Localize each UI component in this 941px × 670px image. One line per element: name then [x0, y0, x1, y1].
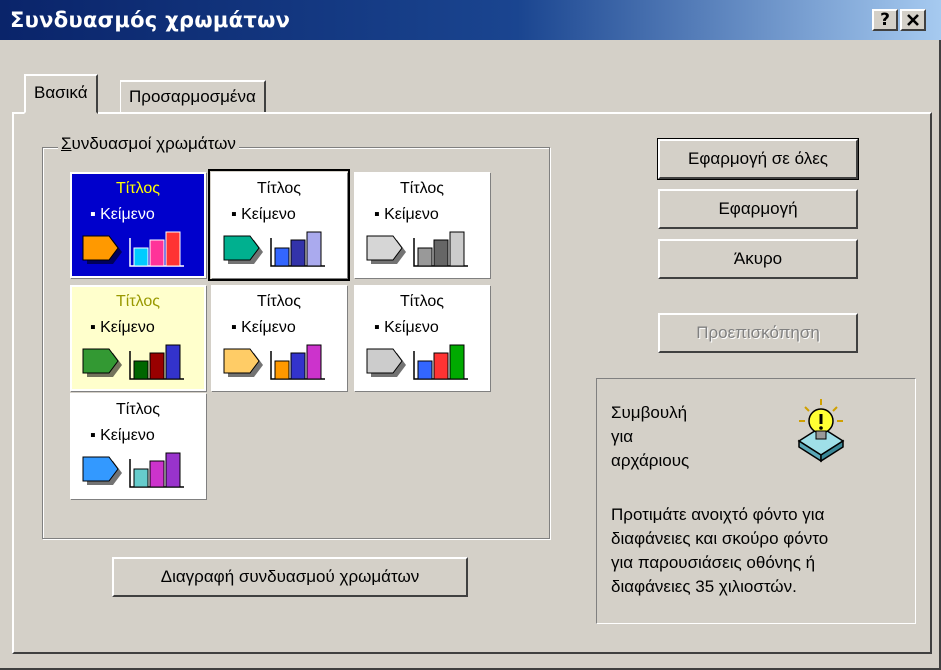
scheme-graphics: [82, 344, 184, 380]
chart-bar: [417, 247, 433, 267]
delete-scheme-button[interactable]: Διαγραφή συνδυασμού χρωμάτων: [112, 557, 468, 597]
title-bar[interactable]: Συνδυασμός χρωμάτων ?: [0, 0, 941, 40]
color-scheme-4[interactable]: Τίτλος ▪ Κείμενο: [70, 285, 206, 391]
color-schemes-group-label: Συνδυασμοί χρωμάτων: [58, 134, 239, 154]
beginner-tip-panel: Συμβουλή για αρχάριους Προτιμάτε ανοιχτό…: [596, 378, 916, 624]
preview-button[interactable]: Προεπισκόπηση: [658, 313, 858, 353]
dialog-title: Συνδυασμός χρωμάτων: [10, 8, 291, 32]
chart-bar: [133, 360, 149, 380]
tab-custom[interactable]: Προσαρμοσμένα: [120, 80, 266, 112]
chart-bar: [306, 231, 322, 267]
scheme-graphics: [82, 452, 184, 488]
tip-body-line: για παρουσιάσεις οθόνης ή: [611, 553, 816, 572]
chart-bar: [149, 239, 165, 267]
scheme-graphics: [223, 344, 325, 380]
chart-bar: [290, 239, 306, 267]
chart-bar: [165, 231, 181, 267]
tip-body-line: διαφάνειες 35 χιλιοστών.: [611, 577, 797, 596]
color-scheme-dialog: Συνδυασμός χρωμάτων ? Βασικά Προσαρμοσμέ…: [0, 0, 941, 670]
chart-bar: [417, 360, 433, 380]
tip-heading-line: Συμβουλή: [611, 403, 688, 422]
scheme-graphics: [223, 231, 325, 267]
close-button[interactable]: [900, 9, 926, 31]
chart-bar: [306, 344, 322, 380]
color-scheme-2[interactable]: Τίτλος ▪ Κείμενο: [208, 169, 350, 281]
chart-bar: [290, 352, 306, 380]
group-label-rest: υνδυασμοί χρωμάτων: [71, 134, 236, 153]
color-scheme-7[interactable]: Τίτλος ▪ Κείμενο: [70, 393, 206, 499]
tip-body-line: διαφάνειες και σκούρο φόντο: [611, 529, 829, 548]
chart-bar: [165, 344, 181, 380]
scheme-graphics: [366, 344, 468, 380]
chart-bar: [274, 247, 290, 267]
chart-bar: [149, 460, 165, 488]
chart-bar: [433, 352, 449, 380]
color-scheme-6[interactable]: Τίτλος ▪ Κείμενο: [354, 285, 490, 391]
color-scheme-3[interactable]: Τίτλος ▪ Κείμενο: [354, 172, 490, 278]
chart-bar: [449, 344, 465, 380]
scheme-graphics: [82, 231, 184, 267]
tip-heading-line: για: [611, 427, 634, 446]
chart-bar: [449, 231, 465, 267]
group-label-mnemonic: Σ: [61, 134, 72, 153]
apply-all-button[interactable]: Εφαρμογή σε όλες: [657, 138, 859, 180]
color-scheme-5[interactable]: Τίτλος ▪ Κείμενο: [211, 285, 347, 391]
tab-basic[interactable]: Βασικά: [24, 74, 98, 114]
tip-body-line: Προτιμάτε ανοιχτό φόντο για: [611, 505, 825, 524]
cancel-button[interactable]: Άκυρο: [658, 239, 858, 279]
chart-bar: [133, 247, 149, 267]
lightbulb-icon: [797, 399, 845, 463]
chart-bar: [149, 352, 165, 380]
scheme-graphics: [366, 231, 468, 267]
chart-bar: [274, 360, 290, 380]
tip-heading-line: αρχάριους: [611, 451, 690, 470]
tip-body: Προτιμάτε ανοιχτό φόντο για διαφάνειες κ…: [611, 503, 828, 599]
apply-button[interactable]: Εφαρμογή: [658, 189, 858, 229]
help-button[interactable]: ?: [872, 9, 898, 31]
chart-bar: [165, 452, 181, 488]
chart-bar: [433, 239, 449, 267]
color-scheme-1[interactable]: Τίτλος ▪ Κείμενο: [70, 172, 206, 278]
tip-heading: Συμβουλή για αρχάριους: [611, 401, 689, 473]
chart-bar: [133, 468, 149, 488]
close-icon: [907, 14, 919, 26]
